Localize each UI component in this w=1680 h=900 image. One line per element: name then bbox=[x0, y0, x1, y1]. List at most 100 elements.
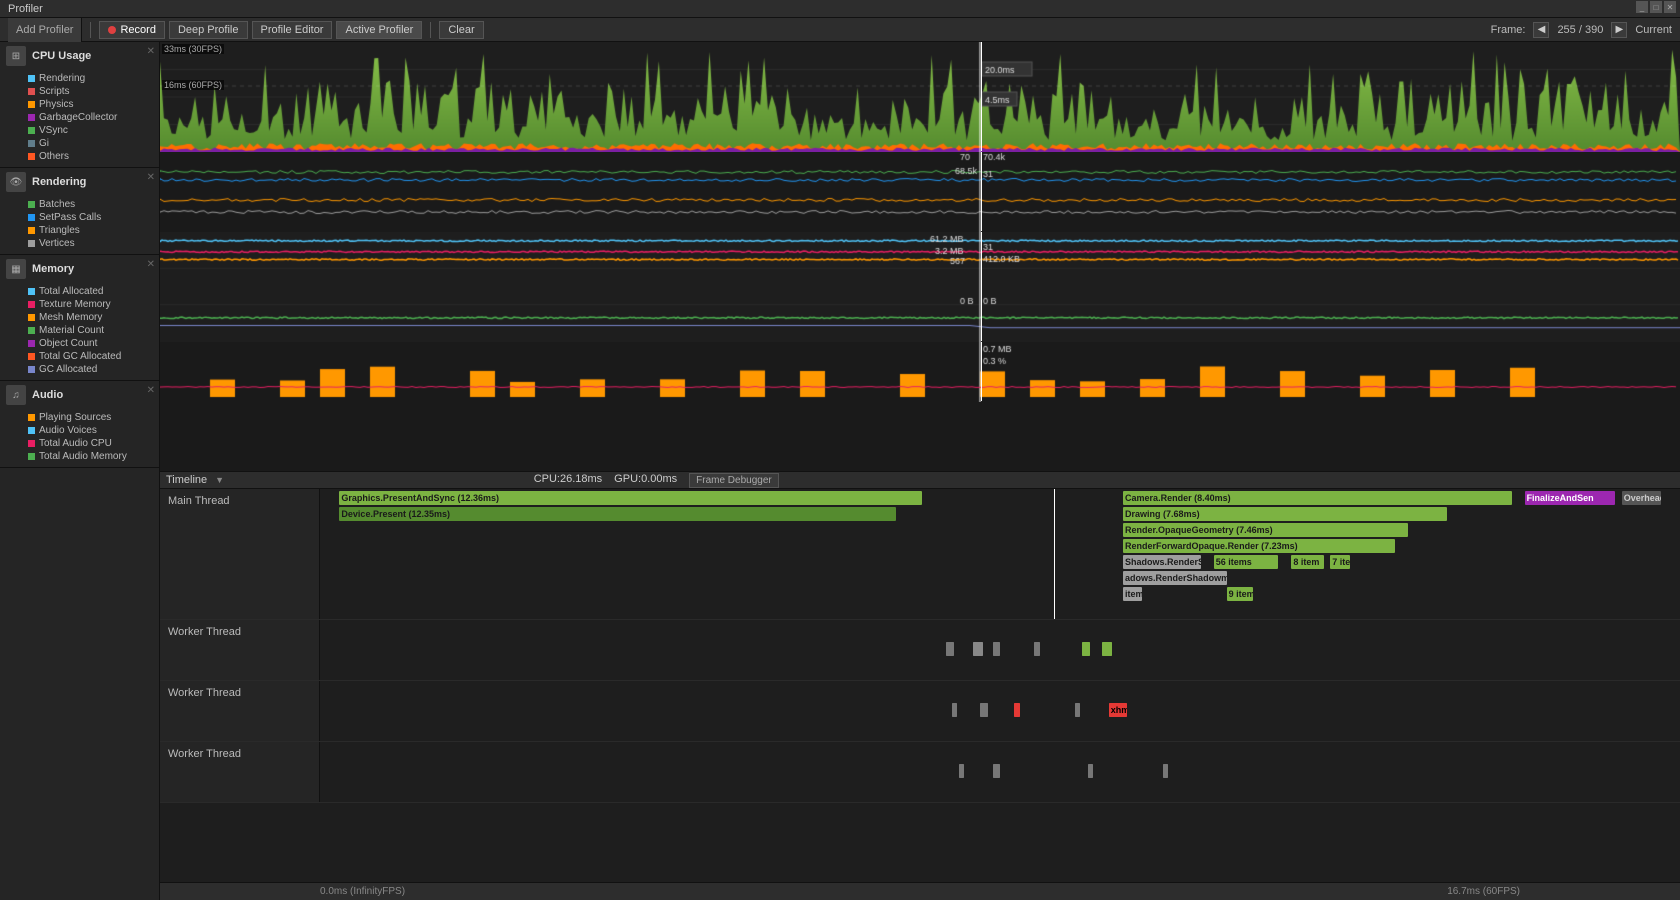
timeline-bar[interactable]: Overhead bbox=[1622, 491, 1661, 505]
timeline-bar[interactable]: 7 ite bbox=[1330, 555, 1349, 569]
sidebar-item-garbagecollector[interactable]: GarbageCollector bbox=[28, 111, 153, 124]
timeline-bar[interactable]: adows.RenderShadowmap bbox=[1123, 571, 1227, 585]
frame-next-button[interactable]: ▶ bbox=[1611, 22, 1627, 38]
color-dot-icon bbox=[28, 153, 35, 160]
sidebar-item-totalallocated[interactable]: Total Allocated bbox=[28, 285, 153, 298]
sidebar-item-objectcount[interactable]: Object Count bbox=[28, 337, 153, 350]
sidebar-item-scripts[interactable]: Scripts bbox=[28, 85, 153, 98]
timeline-bar[interactable]: Device.Present (12.35ms) bbox=[339, 507, 896, 521]
timeline-content[interactable]: Main Thread Graphics.PresentAndSync (12.… bbox=[160, 489, 1680, 882]
charts-scroll[interactable]: 33ms (30FPS) 16ms (60FPS) bbox=[160, 42, 1680, 471]
sidebar-item-materialcount[interactable]: Material Count bbox=[28, 324, 153, 337]
sidebar-item-label: Vertices bbox=[39, 238, 75, 249]
sidebar-section-header-memory[interactable]: ▦Memory✕ bbox=[0, 255, 159, 283]
worker-bar[interactable] bbox=[1034, 642, 1040, 656]
sidebar-section-icon-cpu: ⊞ bbox=[6, 46, 26, 66]
worker-bar[interactable] bbox=[959, 764, 964, 778]
worker-bar[interactable] bbox=[1163, 764, 1168, 778]
active-profiler-button[interactable]: Active Profiler bbox=[336, 21, 422, 39]
maximize-button[interactable]: □ bbox=[1650, 1, 1662, 13]
timeline-bar[interactable]: Camera.Render (8.40ms) bbox=[1123, 491, 1512, 505]
minimize-button[interactable]: _ bbox=[1636, 1, 1648, 13]
worker-bar[interactable] bbox=[993, 764, 1000, 778]
color-dot-icon bbox=[28, 88, 35, 95]
timeline-bar[interactable]: 9 item bbox=[1227, 587, 1253, 601]
worker-bar[interactable] bbox=[993, 642, 1000, 656]
sidebar-item-label: Mesh Memory bbox=[39, 312, 102, 323]
sidebar-section-header-audio[interactable]: ♫Audio✕ bbox=[0, 381, 159, 409]
timeline-bar[interactable]: Drawing (7.68ms) bbox=[1123, 507, 1447, 521]
frame-prev-button[interactable]: ◀ bbox=[1533, 22, 1549, 38]
sidebar-item-meshmemory[interactable]: Mesh Memory bbox=[28, 311, 153, 324]
sidebar-item-totalaudiomemory[interactable]: Total Audio Memory bbox=[28, 450, 153, 463]
worker-bar[interactable] bbox=[973, 642, 983, 656]
record-button[interactable]: Record bbox=[99, 21, 164, 39]
timeline-bar[interactable]: RenderForwardOpaque.Render (7.23ms) bbox=[1123, 539, 1395, 553]
timeline-bar[interactable]: item bbox=[1123, 587, 1142, 601]
sidebar-item-totalaudiocpu[interactable]: Total Audio CPU bbox=[28, 437, 153, 450]
sidebar-item-others[interactable]: Others bbox=[28, 150, 153, 163]
worker-bar[interactable] bbox=[1088, 764, 1093, 778]
frame-debugger-button[interactable]: Frame Debugger bbox=[689, 473, 779, 488]
sidebar-item-gi[interactable]: Gi bbox=[28, 137, 153, 150]
timeline-bar[interactable]: Render.OpaqueGeometry (7.46ms) bbox=[1123, 523, 1408, 537]
worker-bar[interactable] bbox=[1102, 642, 1112, 656]
audio-chart-canvas bbox=[160, 342, 1680, 402]
worker-bar[interactable] bbox=[980, 703, 988, 717]
record-dot-icon bbox=[108, 26, 116, 34]
timeline-footer-left: 0.0ms (InfinityFPS) bbox=[320, 886, 405, 897]
sidebar-section-close-rendering[interactable]: ✕ bbox=[147, 172, 155, 183]
sidebar-item-physics[interactable]: Physics bbox=[28, 98, 153, 111]
sidebar-section-close-cpu[interactable]: ✕ bbox=[147, 46, 155, 57]
profile-editor-button[interactable]: Profile Editor bbox=[252, 21, 333, 39]
worker-bar[interactable] bbox=[946, 642, 954, 656]
timeline-bar[interactable]: 56 items bbox=[1214, 555, 1279, 569]
sidebar-item-vertices[interactable]: Vertices bbox=[28, 237, 153, 250]
current-label: Current bbox=[1635, 24, 1672, 36]
sidebar-item-rendering[interactable]: Rendering bbox=[28, 72, 153, 85]
worker-bar[interactable]: xhm bbox=[1109, 703, 1127, 717]
sidebar-item-totalgcallocated[interactable]: Total GC Allocated bbox=[28, 350, 153, 363]
sidebar-item-label: Total GC Allocated bbox=[39, 351, 121, 362]
timeline-bar[interactable]: 8 item bbox=[1291, 555, 1323, 569]
app-title: Profiler bbox=[8, 3, 43, 15]
worker-bar[interactable] bbox=[1075, 703, 1080, 717]
sidebar-section-header-rendering[interactable]: 👁Rendering✕ bbox=[0, 168, 159, 196]
worker-bar[interactable] bbox=[1082, 642, 1090, 656]
sidebar-item-vsync[interactable]: VSync bbox=[28, 124, 153, 137]
add-profiler-button[interactable]: Add Profiler bbox=[8, 18, 82, 42]
sidebar-item-audiovoices[interactable]: Audio Voices bbox=[28, 424, 153, 437]
clear-button[interactable]: Clear bbox=[439, 21, 483, 39]
sidebar-item-gcallocated[interactable]: GC Allocated bbox=[28, 363, 153, 376]
color-dot-icon bbox=[28, 414, 35, 421]
gpu-time: GPU:0.00ms bbox=[614, 473, 677, 488]
worker-bar[interactable] bbox=[952, 703, 957, 717]
color-dot-icon bbox=[28, 427, 35, 434]
frame-counter: 255 / 390 bbox=[1557, 24, 1603, 36]
close-button[interactable]: ✕ bbox=[1664, 1, 1676, 13]
sidebar-item-label: Total Audio CPU bbox=[39, 438, 112, 449]
sidebar-item-label: GarbageCollector bbox=[39, 112, 117, 123]
timeline-bar[interactable]: FinalizeAndSen bbox=[1525, 491, 1616, 505]
rendering-chart-canvas bbox=[160, 152, 1680, 232]
timeline-footer-right: 16.7ms (60FPS) bbox=[1447, 886, 1520, 897]
sidebar-item-batches[interactable]: Batches bbox=[28, 198, 153, 211]
sidebar-section-header-cpu[interactable]: ⊞CPU Usage✕ bbox=[0, 42, 159, 70]
sidebar-item-label: Triangles bbox=[39, 225, 80, 236]
thread-row-worker1: Worker Thread bbox=[160, 620, 1680, 681]
sidebar-section-close-memory[interactable]: ✕ bbox=[147, 259, 155, 270]
timeline-bar[interactable]: Shadows.RenderShadowmap bbox=[1123, 555, 1201, 569]
sidebar-section-close-audio[interactable]: ✕ bbox=[147, 385, 155, 396]
sidebar-item-setpasscalls[interactable]: SetPass Calls bbox=[28, 211, 153, 224]
timeline-toggle-button[interactable]: ▼ bbox=[215, 475, 224, 485]
worker-bar[interactable] bbox=[1014, 703, 1020, 717]
sidebar-section-memory: ▦Memory✕ Total AllocatedTexture MemoryMes… bbox=[0, 255, 159, 381]
sidebar-item-texturememory[interactable]: Texture Memory bbox=[28, 298, 153, 311]
deep-profile-button[interactable]: Deep Profile bbox=[169, 21, 248, 39]
sidebar-item-triangles[interactable]: Triangles bbox=[28, 224, 153, 237]
toolbar-separator bbox=[90, 22, 91, 38]
sidebar-item-playingsources[interactable]: Playing Sources bbox=[28, 411, 153, 424]
color-dot-icon bbox=[28, 440, 35, 447]
timeline-bar[interactable]: Graphics.PresentAndSync (12.36ms) bbox=[339, 491, 922, 505]
sidebar-section-icon-rendering: 👁 bbox=[6, 172, 26, 192]
